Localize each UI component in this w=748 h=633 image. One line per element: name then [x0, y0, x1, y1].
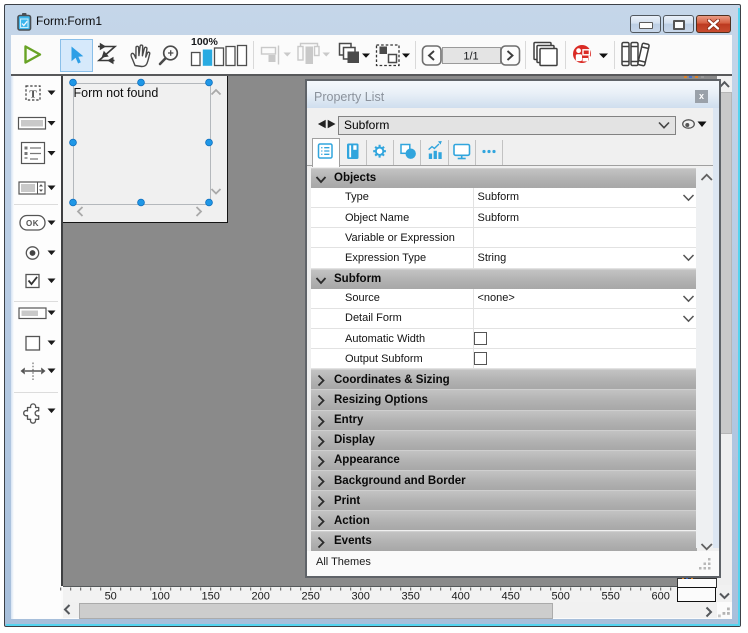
svg-text:OK: OK [26, 219, 39, 228]
svg-text:1/1: 1/1 [463, 51, 478, 63]
svg-text:T: T [29, 89, 37, 101]
